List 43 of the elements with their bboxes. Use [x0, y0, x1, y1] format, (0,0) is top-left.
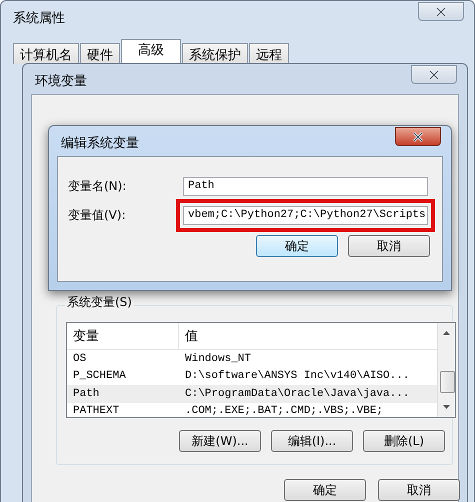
close-icon	[412, 132, 424, 142]
list-button[interactable]: 新建(W)...	[179, 430, 261, 452]
close-icon	[428, 70, 440, 80]
tab[interactable]: 远程	[249, 43, 289, 64]
window-title: 编辑系统变量	[61, 135, 139, 152]
column-header[interactable]: 值	[179, 327, 198, 345]
variable-row[interactable]: Path C:\ProgramData\Oracle\Java\java...	[67, 385, 437, 402]
list-button[interactable]: 删除(L)	[363, 430, 445, 452]
group-label: 系统变量(S)	[65, 294, 134, 311]
variable-row[interactable]: P_SCHEMA D:\software\ANSYS Inc\v140\AISO...	[67, 368, 437, 385]
tab[interactable]: 高级	[121, 39, 181, 64]
value-cell-text: D:\software\ANSYS Inc\v140\AISO...	[184, 370, 410, 382]
name-cell-text: Path	[72, 388, 100, 400]
list-button[interactable]: 编辑(I)...	[271, 430, 353, 452]
dialog-button[interactable]: 确定	[284, 479, 366, 501]
scroll-up-icon[interactable]	[443, 331, 450, 335]
close-button[interactable]	[395, 127, 441, 146]
window-title: 系统属性	[13, 10, 65, 27]
close-icon	[435, 6, 447, 16]
variable-row[interactable]: OS Windows_NT	[67, 350, 437, 368]
dialog-button[interactable]: 取消	[378, 479, 460, 501]
variable-row[interactable]: PATHEXT .COM;.EXE;.BAT;.CMD;.VBS;.VBE;	[67, 402, 437, 417]
name-cell-text: P_SCHEMA	[72, 370, 127, 382]
close-button[interactable]	[411, 65, 457, 84]
column-header[interactable]: 变量	[67, 323, 179, 349]
name-field[interactable]: Path	[183, 177, 428, 196]
name-cell-text: PATHEXT	[72, 405, 120, 417]
value-cell-text: C:\ProgramData\Oracle\Java\java...	[184, 388, 410, 400]
value-cell-text: Windows_NT	[184, 352, 252, 365]
scrollbar[interactable]	[437, 323, 455, 417]
scroll-down-icon[interactable]	[443, 405, 450, 409]
field-label: 变量名(N):	[68, 178, 128, 195]
scroll-thumb[interactable]	[440, 371, 455, 393]
field-label: 变量值(V):	[68, 207, 127, 224]
name-cell-text: OS	[72, 352, 88, 365]
dialog-button[interactable]: 取消	[348, 235, 430, 257]
value-cell-text: .COM;.EXE;.BAT;.CMD;.VBS;.VBE;	[184, 405, 384, 417]
tab[interactable]: 硬件	[80, 43, 120, 64]
close-button[interactable]	[418, 2, 464, 21]
window-title: 环境变量	[35, 73, 87, 90]
tab[interactable]: 系统保护	[182, 43, 248, 64]
dialog-button[interactable]: 确定	[256, 235, 338, 257]
tab[interactable]: 计算机名	[13, 43, 79, 64]
